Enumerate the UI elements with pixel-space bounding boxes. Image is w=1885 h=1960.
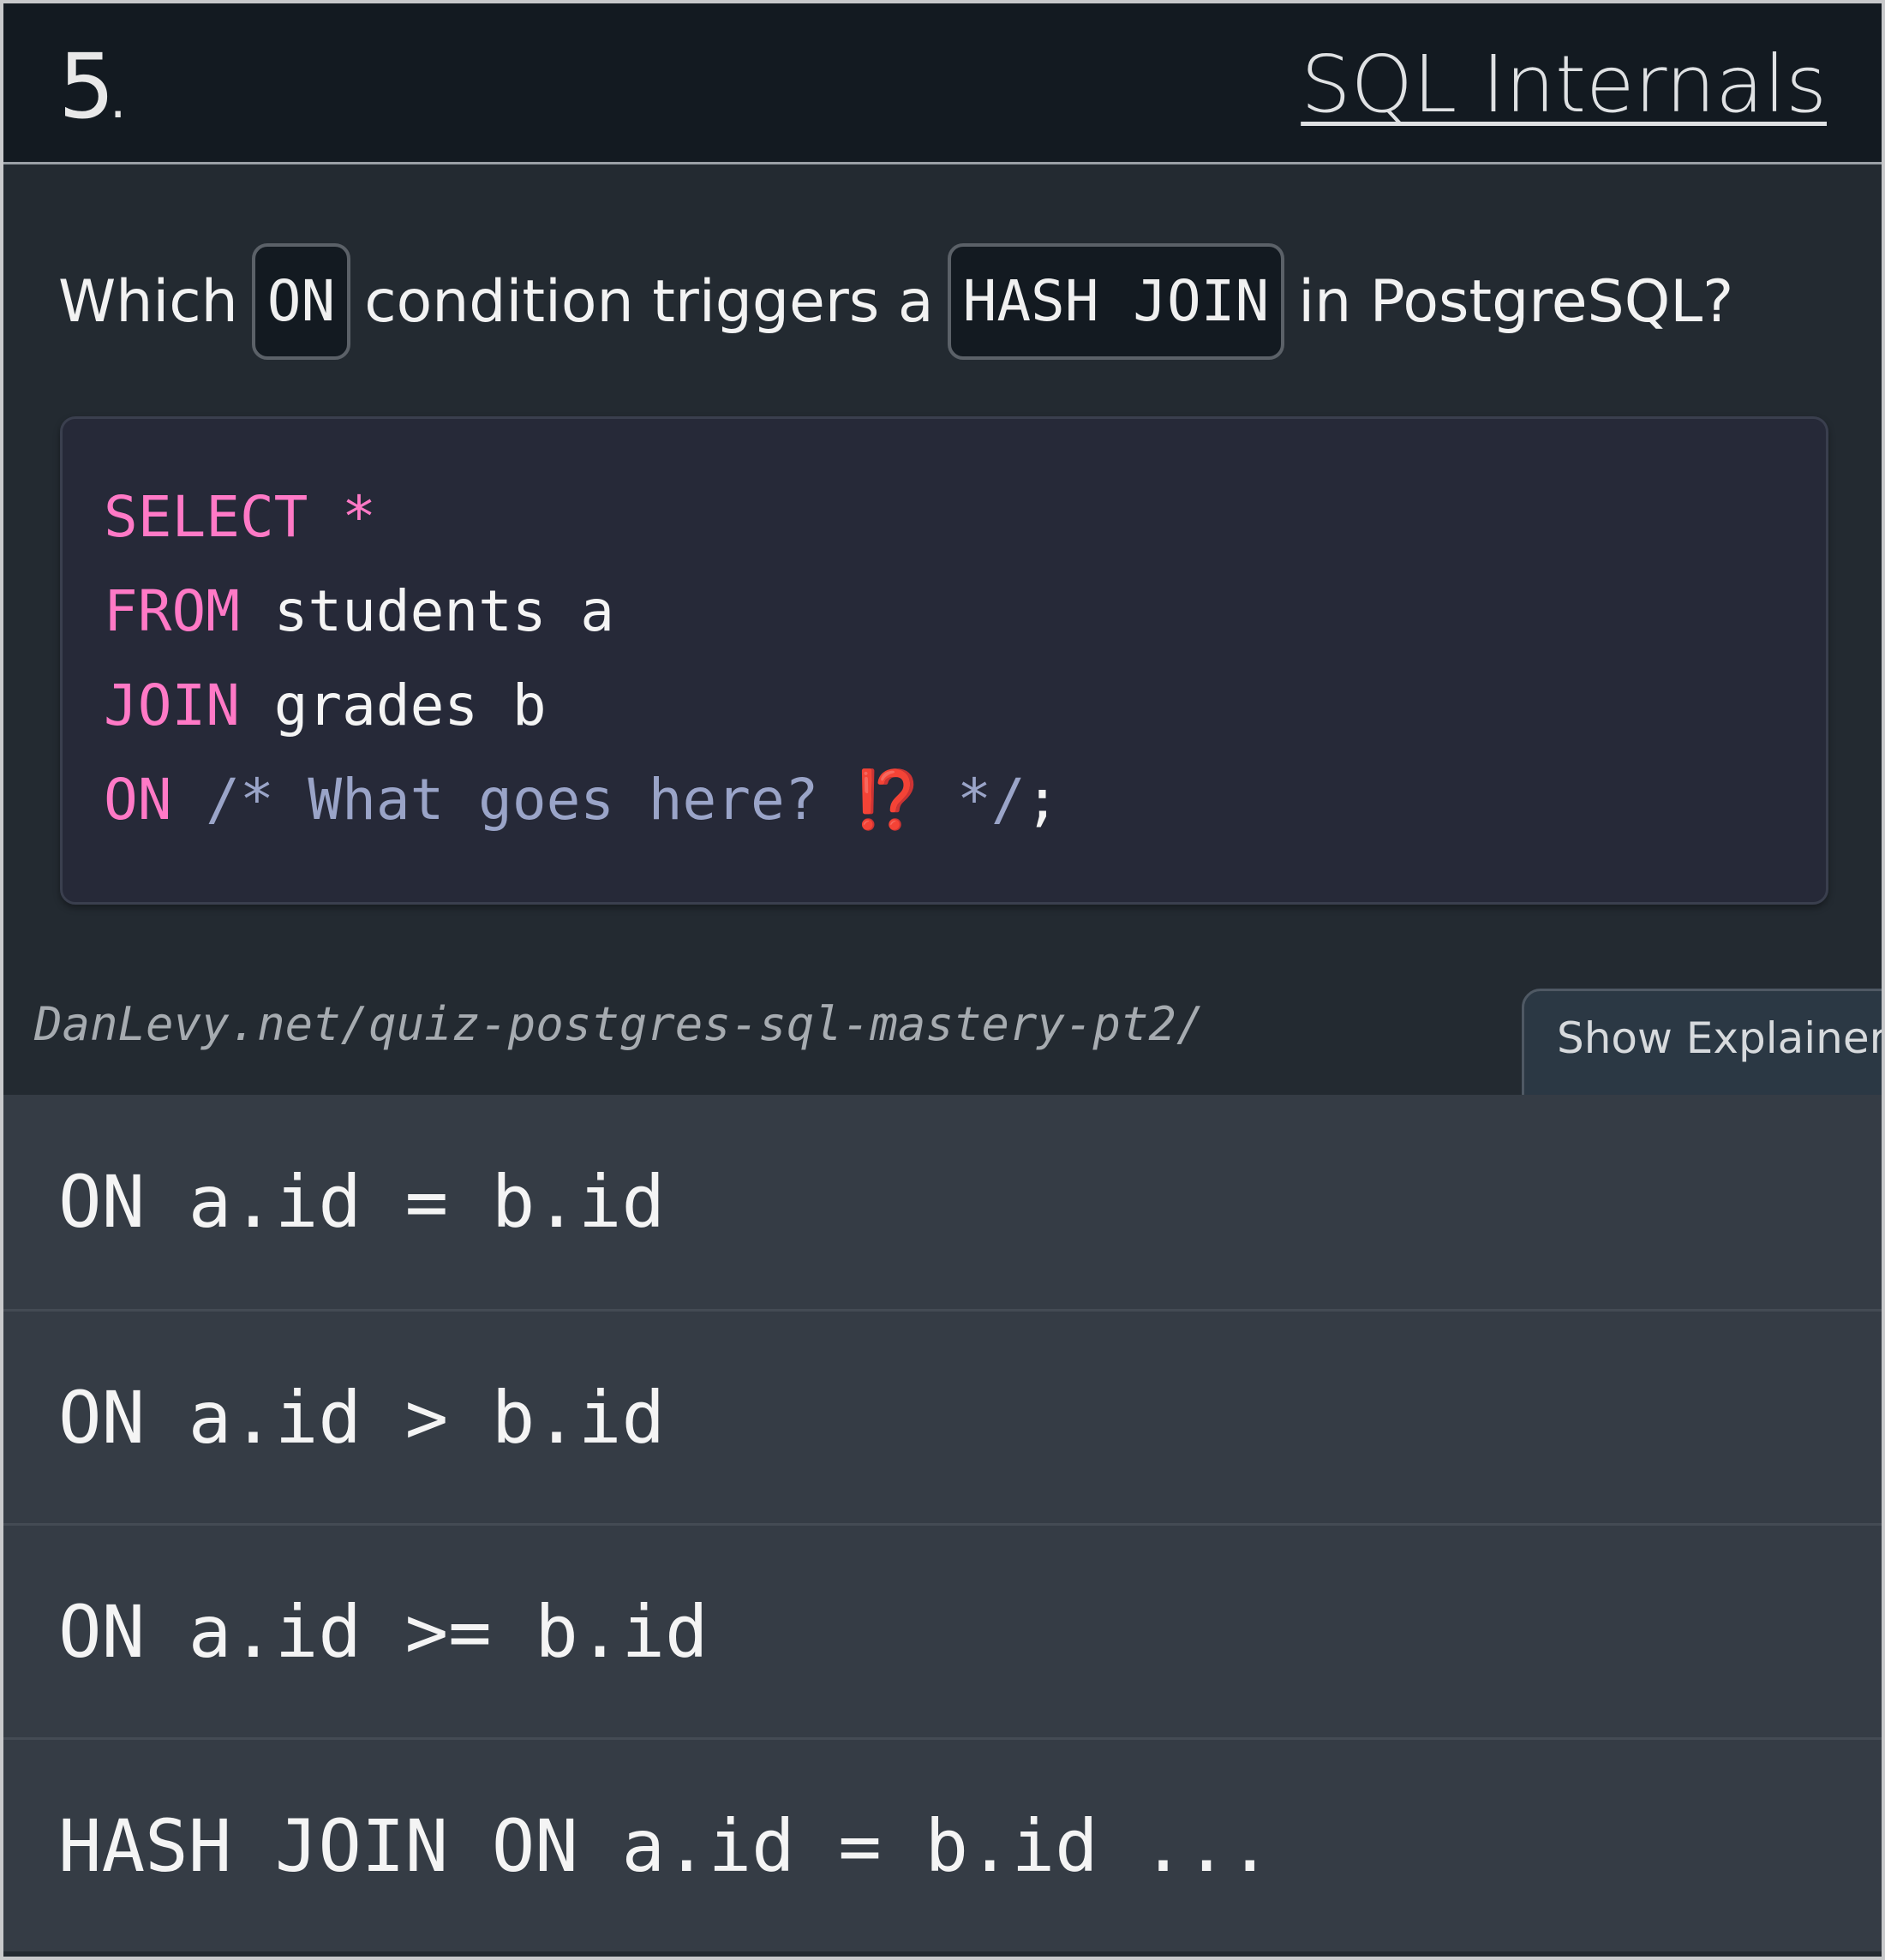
code-line-1: SELECT * xyxy=(104,470,1785,565)
code-block: SELECT * FROM students a JOIN grades b O… xyxy=(60,416,1828,905)
question-part-1: Which xyxy=(58,267,238,336)
code-text: students a xyxy=(239,578,615,644)
quiz-header: 5. SQL Internals xyxy=(3,3,1882,164)
quiz-card: 5. SQL Internals Which ON condition trig… xyxy=(3,3,1882,1957)
source-url: DanLevy.net/quiz-postgres-sql-mastery-pt… xyxy=(34,997,1205,1051)
question-number-suffix: . xyxy=(110,70,127,130)
answer-option-1[interactable]: ON a.id = b.id xyxy=(3,1095,1882,1309)
code-keyword: FROM xyxy=(104,578,240,644)
answer-option-4[interactable]: HASH JOIN ON a.id = b.id ... xyxy=(3,1737,1882,1951)
inline-code-on: ON xyxy=(251,243,351,360)
code-keyword: ON xyxy=(104,767,172,833)
question-text: Which ON condition triggers a HASH JOIN … xyxy=(58,242,1747,362)
code-comment: /* What goes here? ⁉️ */ xyxy=(171,767,1026,833)
code-line-2: FROM students a xyxy=(104,565,1785,659)
question-number-value: 5 xyxy=(58,34,115,139)
code-line-4: ON /* What goes here? ⁉️ */; xyxy=(104,753,1785,847)
code-keyword: SELECT * xyxy=(104,484,376,550)
answer-option-2[interactable]: ON a.id > b.id xyxy=(3,1309,1882,1523)
inline-code-hash-join: HASH JOIN xyxy=(947,243,1285,360)
code-keyword: JOIN xyxy=(104,672,240,738)
code-line-3: JOIN grades b xyxy=(104,659,1785,753)
code-text: ; xyxy=(1025,767,1060,833)
answer-option-3[interactable]: ON a.id >= b.id xyxy=(3,1523,1882,1737)
answer-options: ON a.id = b.id ON a.id > b.id ON a.id >=… xyxy=(3,1095,1882,1951)
question-part-3: in PostgreSQL? xyxy=(1298,267,1734,336)
code-text: grades b xyxy=(239,672,547,738)
question-part-2: condition triggers a xyxy=(364,267,934,336)
show-explainer-button[interactable]: Show Explainer xyxy=(1522,989,1882,1100)
category-link[interactable]: SQL Internals xyxy=(1301,38,1827,132)
question-number: 5. xyxy=(58,39,126,147)
